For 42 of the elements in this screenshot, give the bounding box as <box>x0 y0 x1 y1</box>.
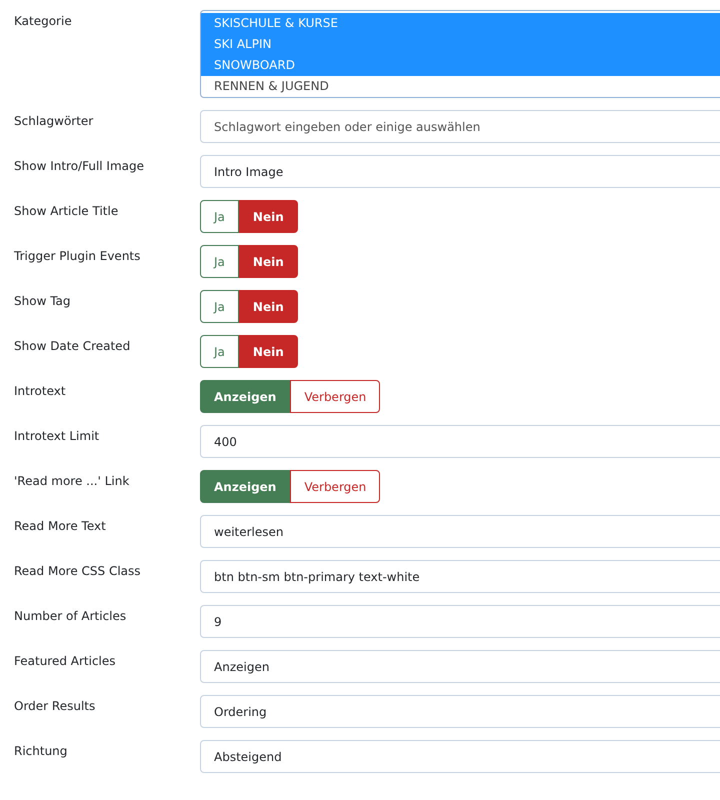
field-label: Order Results <box>13 698 96 715</box>
field-label: Number of Articles <box>13 608 128 625</box>
field-label: Read More CSS Class <box>13 563 142 580</box>
field-label: Show Date Created <box>13 338 132 355</box>
field-label: Introtext <box>13 383 67 400</box>
listbox-option[interactable]: SKISCHULE & KURSE <box>201 13 720 34</box>
input-field[interactable]: btn btn-sm btn-primary text-white <box>200 560 720 593</box>
listbox-option[interactable]: SKI ALPIN <box>201 34 720 55</box>
field-label: Show Intro/Full Image <box>13 158 146 175</box>
field-label: Read More Text <box>13 518 107 535</box>
input-field[interactable]: Ordering <box>200 695 720 728</box>
input-field[interactable]: Intro Image <box>200 155 720 188</box>
toggle-option[interactable]: Ja <box>200 200 239 233</box>
toggle-option[interactable]: Ja <box>200 290 239 323</box>
listbox-option[interactable]: SNOWBOARD <box>201 55 720 76</box>
input-field[interactable]: Anzeigen <box>200 650 720 683</box>
input-field[interactable]: 400 <box>200 425 720 458</box>
category-listbox[interactable]: SKISCHULE & KURSE SKI ALPIN SNOWBOARD RENNEN & JUGEND <box>200 10 720 98</box>
toggle-option[interactable]: Nein <box>238 335 298 368</box>
toggle-option[interactable]: Nein <box>238 200 298 233</box>
field-label: Richtung <box>13 743 68 760</box>
toggle-option[interactable]: Anzeigen <box>200 380 290 413</box>
toggle-option[interactable]: Anzeigen <box>200 470 290 503</box>
field-label: Featured Articles <box>13 653 117 670</box>
toggle-option[interactable]: Verbergen <box>290 380 380 413</box>
input-field[interactable]: Absteigend <box>200 740 720 773</box>
listbox-option[interactable]: RENNEN & JUGEND <box>201 76 720 97</box>
toggle-option[interactable]: Nein <box>238 290 298 323</box>
toggle-option[interactable]: Nein <box>238 245 298 278</box>
field-label: Trigger Plugin Events <box>13 248 142 265</box>
input-field[interactable]: Schlagwort eingeben oder einige auswählen <box>200 110 720 143</box>
toggle-option[interactable]: Ja <box>200 335 239 368</box>
field-label: Kategorie <box>13 13 73 30</box>
field-label: Show Article Title <box>13 203 120 220</box>
field-label: 'Read more ...' Link <box>13 473 130 490</box>
field-label: Introtext Limit <box>13 428 100 445</box>
toggle-option[interactable]: Verbergen <box>290 470 380 503</box>
input-field[interactable]: weiterlesen <box>200 515 720 548</box>
toggle-option[interactable]: Ja <box>200 245 239 278</box>
field-label: Schlagwörter <box>13 113 94 130</box>
input-field[interactable]: 9 <box>200 605 720 638</box>
field-label: Show Tag <box>13 293 72 310</box>
